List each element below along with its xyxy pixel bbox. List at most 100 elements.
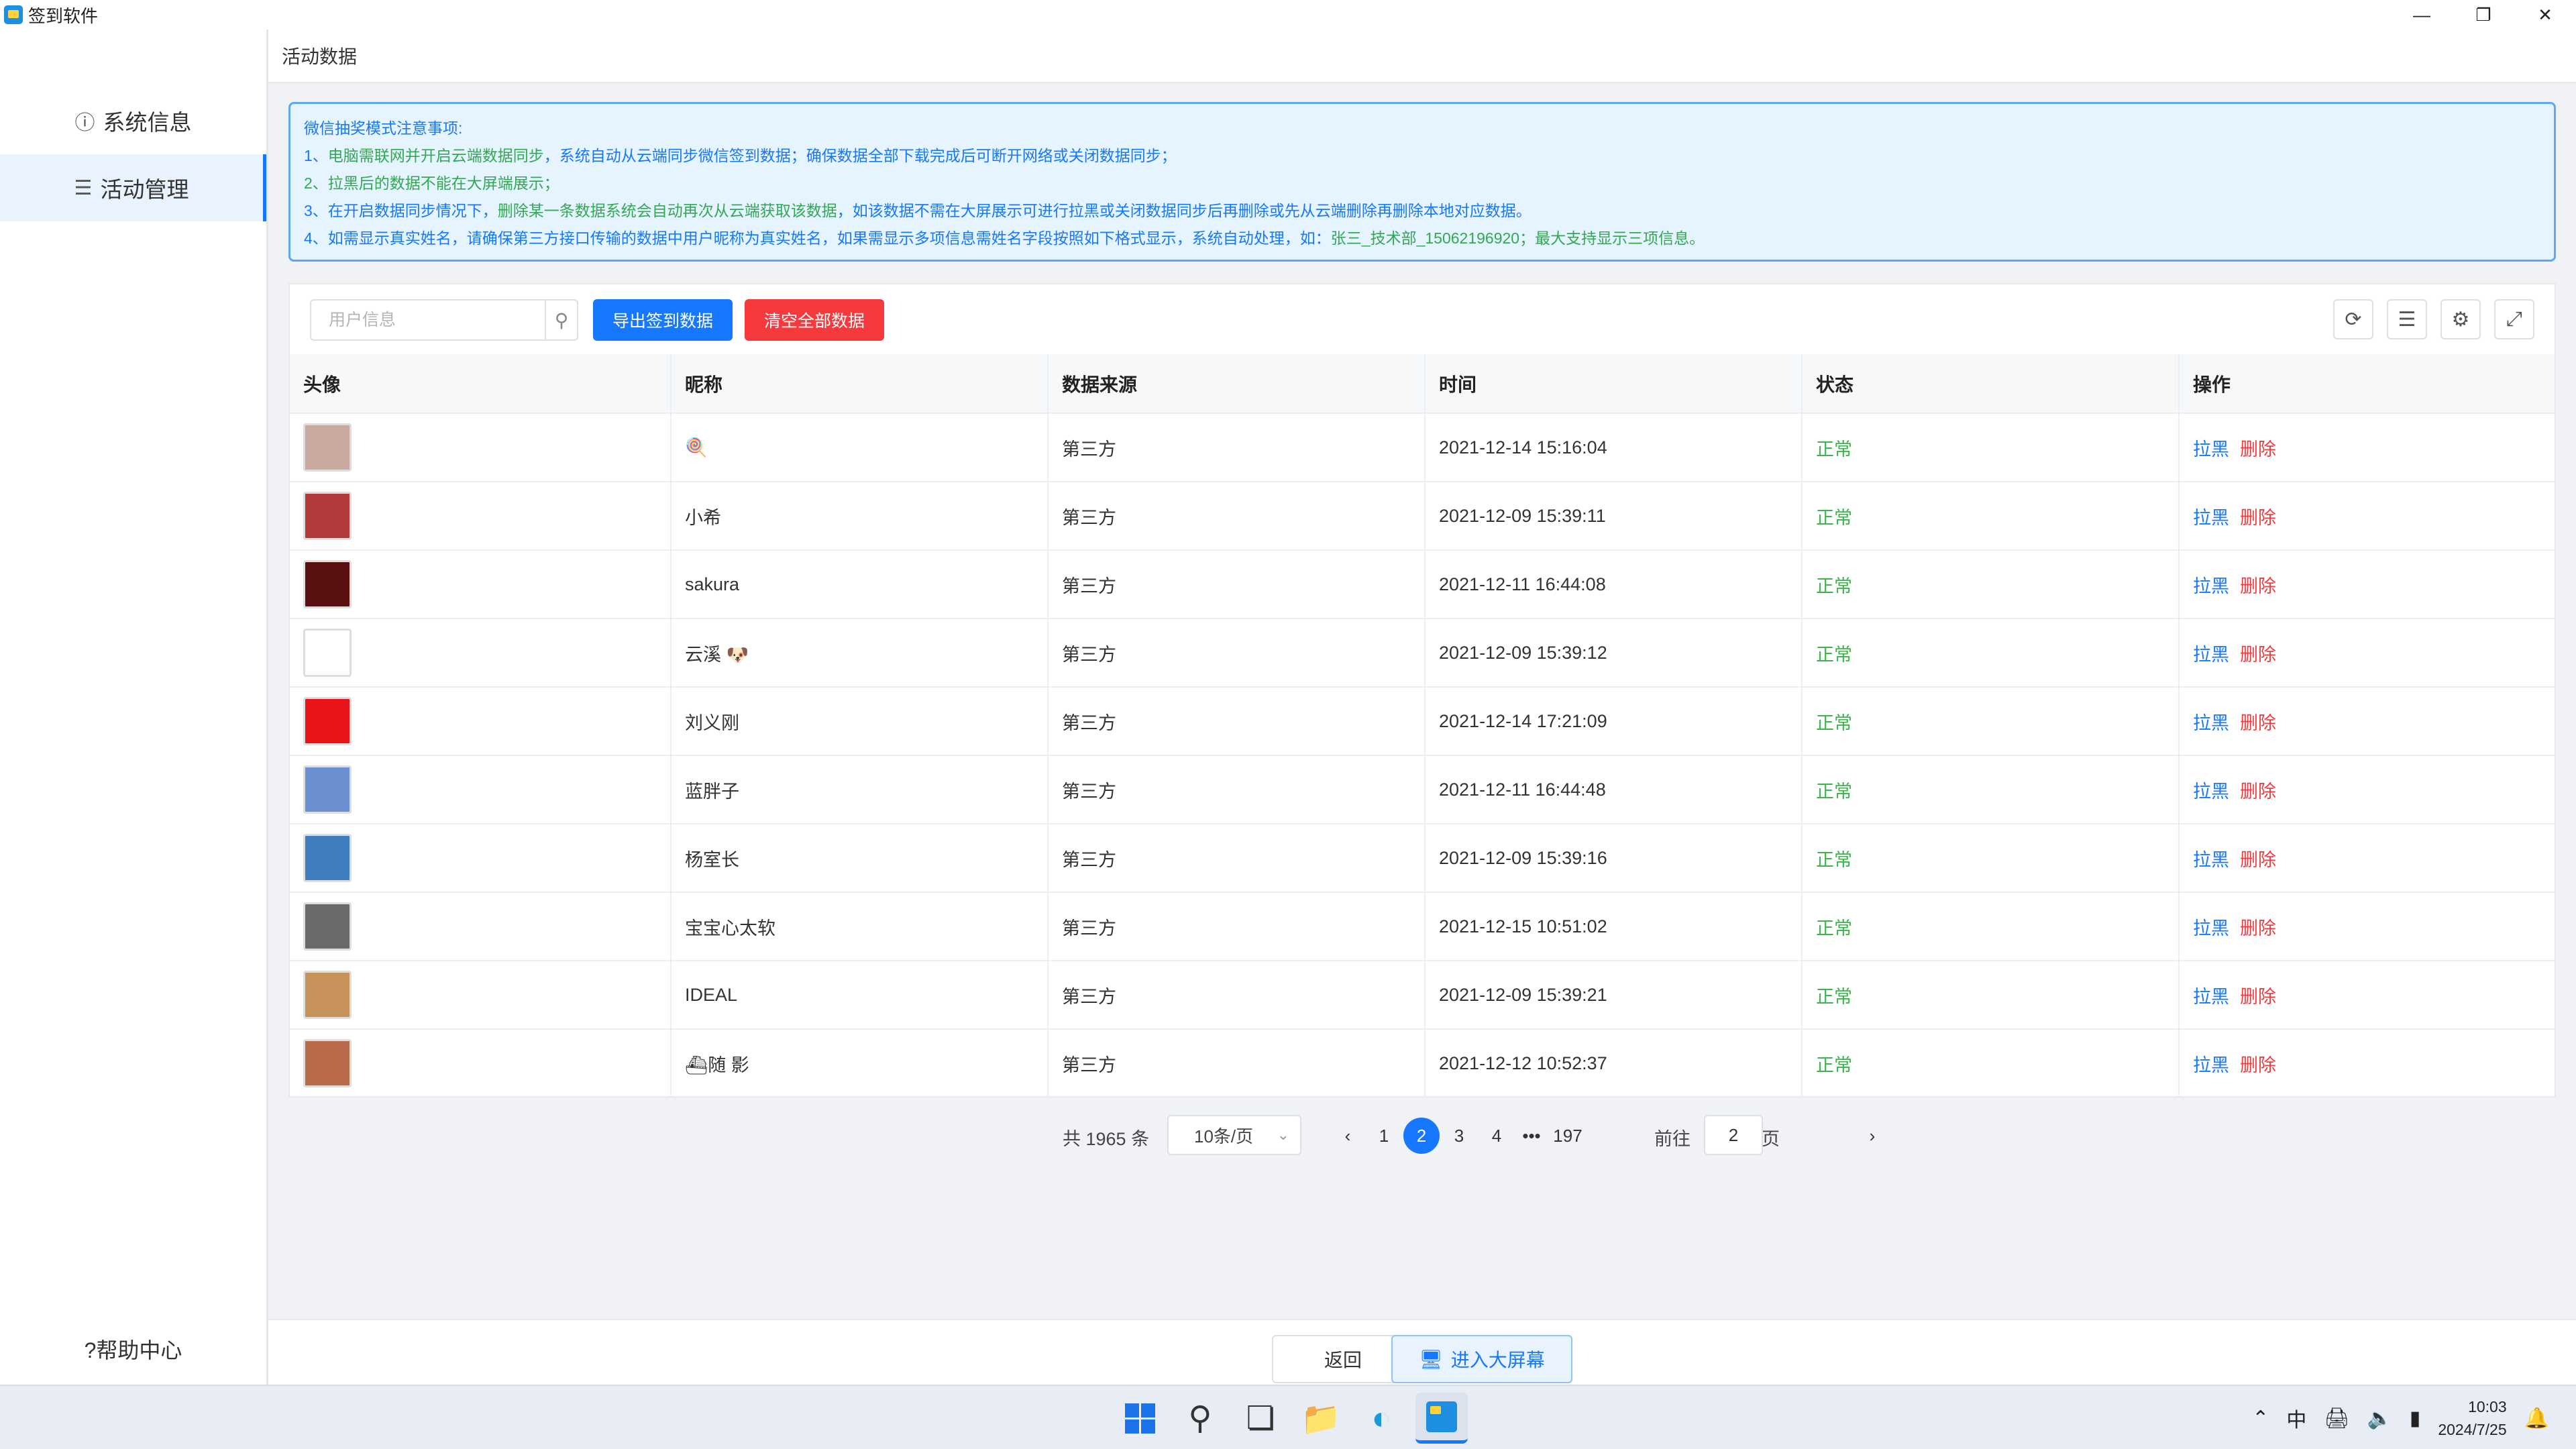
time-cell: 2021-12-14 17:21:09 (1425, 687, 1803, 756)
table-row: 刘义刚 第三方 2021-12-14 17:21:09 正常 拉黑 删除 (290, 687, 2555, 756)
actions-cell: 拉黑 删除 (2179, 619, 2555, 688)
status-cell: 正常 (1802, 824, 2180, 893)
delete-link[interactable]: 删除 (2240, 782, 2276, 802)
delete-link[interactable]: 删除 (2240, 918, 2276, 938)
avatar (303, 560, 352, 608)
nickname-cell: 宝宝心太软 (671, 892, 1049, 961)
delete-link[interactable]: 删除 (2240, 439, 2276, 460)
delete-link[interactable]: 删除 (2240, 645, 2276, 665)
volume-icon[interactable]: 🔈 (2367, 1407, 2392, 1430)
source-cell: 第三方 (1048, 413, 1426, 482)
blacklist-link[interactable]: 拉黑 (2193, 850, 2229, 870)
source-cell: 第三方 (1048, 755, 1426, 824)
source-cell: 第三方 (1048, 482, 1426, 551)
page-size-select[interactable]: 10条/页 ⌄ (1167, 1115, 1301, 1155)
actions-cell: 拉黑 删除 (2179, 824, 2555, 893)
search-button[interactable]: ⚲ (545, 301, 577, 339)
help-center-link[interactable]: ?帮助中心 (0, 1334, 266, 1364)
restore-button[interactable]: ❐ (2453, 0, 2514, 30)
network-icon[interactable]: 🖨 (2324, 1407, 2349, 1430)
notice-line-1: 1、电脑需联网并开启云端数据同步，系统自动从云端同步微信签到数据；确保数据全部下… (304, 147, 1177, 164)
goto-label: 前往 (1654, 1129, 1690, 1149)
info-icon: ⓘ (74, 112, 95, 134)
fullscreen-icon[interactable]: ⤢ (2494, 299, 2534, 339)
notice-title: 微信抽奖模式注意事项: (304, 119, 463, 137)
close-button[interactable]: ✕ (2514, 0, 2576, 30)
checkin-app-icon[interactable] (1415, 1393, 1468, 1444)
clock[interactable]: 10:03 2024/7/25 (2438, 1395, 2506, 1441)
density-icon[interactable]: ☰ (2387, 299, 2427, 339)
blacklist-link[interactable]: 拉黑 (2193, 918, 2229, 938)
delete-link[interactable]: 删除 (2240, 987, 2276, 1007)
avatar-cell (290, 619, 672, 688)
delete-link[interactable]: 删除 (2240, 850, 2276, 870)
sidebar-item-system-info[interactable]: ⓘ 系统信息 (0, 87, 266, 154)
blacklist-link[interactable]: 拉黑 (2193, 782, 2229, 802)
delete-link[interactable]: 删除 (2240, 713, 2276, 733)
search-icon[interactable]: ⚲ (1174, 1393, 1226, 1444)
header-nickname: 昵称 (671, 354, 1049, 414)
blacklist-link[interactable]: 拉黑 (2193, 645, 2229, 665)
settings-icon[interactable]: ⚙ (2440, 299, 2481, 339)
notification-icon[interactable]: 🔔 (2524, 1407, 2549, 1430)
blacklist-link[interactable]: 拉黑 (2193, 576, 2229, 596)
table-row: IDEAL 第三方 2021-12-09 15:39:21 正常 拉黑 删除 (290, 961, 2555, 1030)
nickname-cell: 小希 (671, 482, 1049, 551)
blacklist-link[interactable]: 拉黑 (2193, 439, 2229, 460)
more-pages-button[interactable]: ••• (1513, 1118, 1550, 1154)
clear-all-data-button[interactable]: 清空全部数据 (745, 299, 884, 341)
enter-big-screen-button[interactable]: 🖥 进入大屏幕 (1391, 1335, 1572, 1383)
nickname-cell: 杨室长 (671, 824, 1049, 893)
edge-browser-icon[interactable]: ◐ (1355, 1393, 1407, 1444)
table-row: 🍭 第三方 2021-12-14 15:16:04 正常 拉黑 删除 (290, 413, 2555, 482)
delete-link[interactable]: 删除 (2240, 1055, 2276, 1075)
prev-page-button[interactable]: ‹ (1330, 1118, 1366, 1154)
nickname-cell: ⛴随 影 (671, 1029, 1049, 1098)
start-icon[interactable] (1114, 1393, 1166, 1444)
battery-icon[interactable]: ▮ (2410, 1407, 2421, 1430)
nickname-cell: 刘义刚 (671, 687, 1049, 756)
source-cell: 第三方 (1048, 1029, 1426, 1098)
page-number-button[interactable]: 4 (1479, 1118, 1515, 1154)
system-tray: ⌃ 中 🖨 🔈 ▮ 10:03 2024/7/25 🔔 (2252, 1386, 2549, 1449)
actions-cell: 拉黑 删除 (2179, 482, 2555, 551)
delete-link[interactable]: 删除 (2240, 508, 2276, 528)
avatar (303, 765, 352, 814)
avatar-cell (290, 961, 672, 1030)
blacklist-link[interactable]: 拉黑 (2193, 713, 2229, 733)
blacklist-link[interactable]: 拉黑 (2193, 1055, 2229, 1075)
avatar (303, 971, 352, 1019)
search-box: ⚲ (310, 299, 578, 341)
blacklist-link[interactable]: 拉黑 (2193, 508, 2229, 528)
chevron-down-icon: ⌄ (1277, 1126, 1289, 1143)
chevron-up-icon[interactable]: ⌃ (2252, 1407, 2269, 1430)
minimize-button[interactable]: — (2391, 0, 2453, 30)
nickname-cell: 蓝胖子 (671, 755, 1049, 824)
time-cell: 2021-12-14 15:16:04 (1425, 413, 1803, 482)
page-number-button[interactable]: 1 (1366, 1118, 1402, 1154)
search-input[interactable] (311, 301, 545, 339)
refresh-icon[interactable]: ⟳ (2333, 299, 2373, 339)
blacklist-link[interactable]: 拉黑 (2193, 987, 2229, 1007)
status-cell: 正常 (1802, 687, 2180, 756)
table-row: 云溪 🐶 第三方 2021-12-09 15:39:12 正常 拉黑 删除 (290, 619, 2555, 688)
ime-indicator[interactable]: 中 (2286, 1403, 2306, 1433)
header-avatar: 头像 (290, 354, 672, 414)
page-number-button[interactable]: 3 (1441, 1118, 1477, 1154)
task-view-icon[interactable]: ❏ (1234, 1393, 1287, 1444)
page-suffix: 页 (1762, 1129, 1780, 1149)
file-explorer-icon[interactable]: 📁 (1295, 1393, 1347, 1444)
actions-cell: 拉黑 删除 (2179, 413, 2555, 482)
page-number-button[interactable]: 197 (1550, 1118, 1586, 1154)
next-page-button[interactable]: › (1854, 1118, 1890, 1154)
delete-link[interactable]: 删除 (2240, 576, 2276, 596)
export-checkin-data-button[interactable]: 导出签到数据 (593, 299, 733, 341)
sidebar-item-activity-management[interactable]: ☰ 活动管理 (0, 154, 266, 221)
avatar (303, 834, 352, 882)
notice-line-4: 4、如需显示真实姓名，请确保第三方接口传输的数据中用户昵称为真实姓名，如果需显示… (304, 229, 1705, 247)
goto-page-input[interactable] (1704, 1115, 1763, 1155)
table-row: sakura 第三方 2021-12-11 16:44:08 正常 拉黑 删除 (290, 550, 2555, 619)
nickname-cell: sakura (671, 550, 1049, 619)
page-number-button[interactable]: 2 (1403, 1118, 1440, 1154)
avatar (303, 492, 352, 540)
